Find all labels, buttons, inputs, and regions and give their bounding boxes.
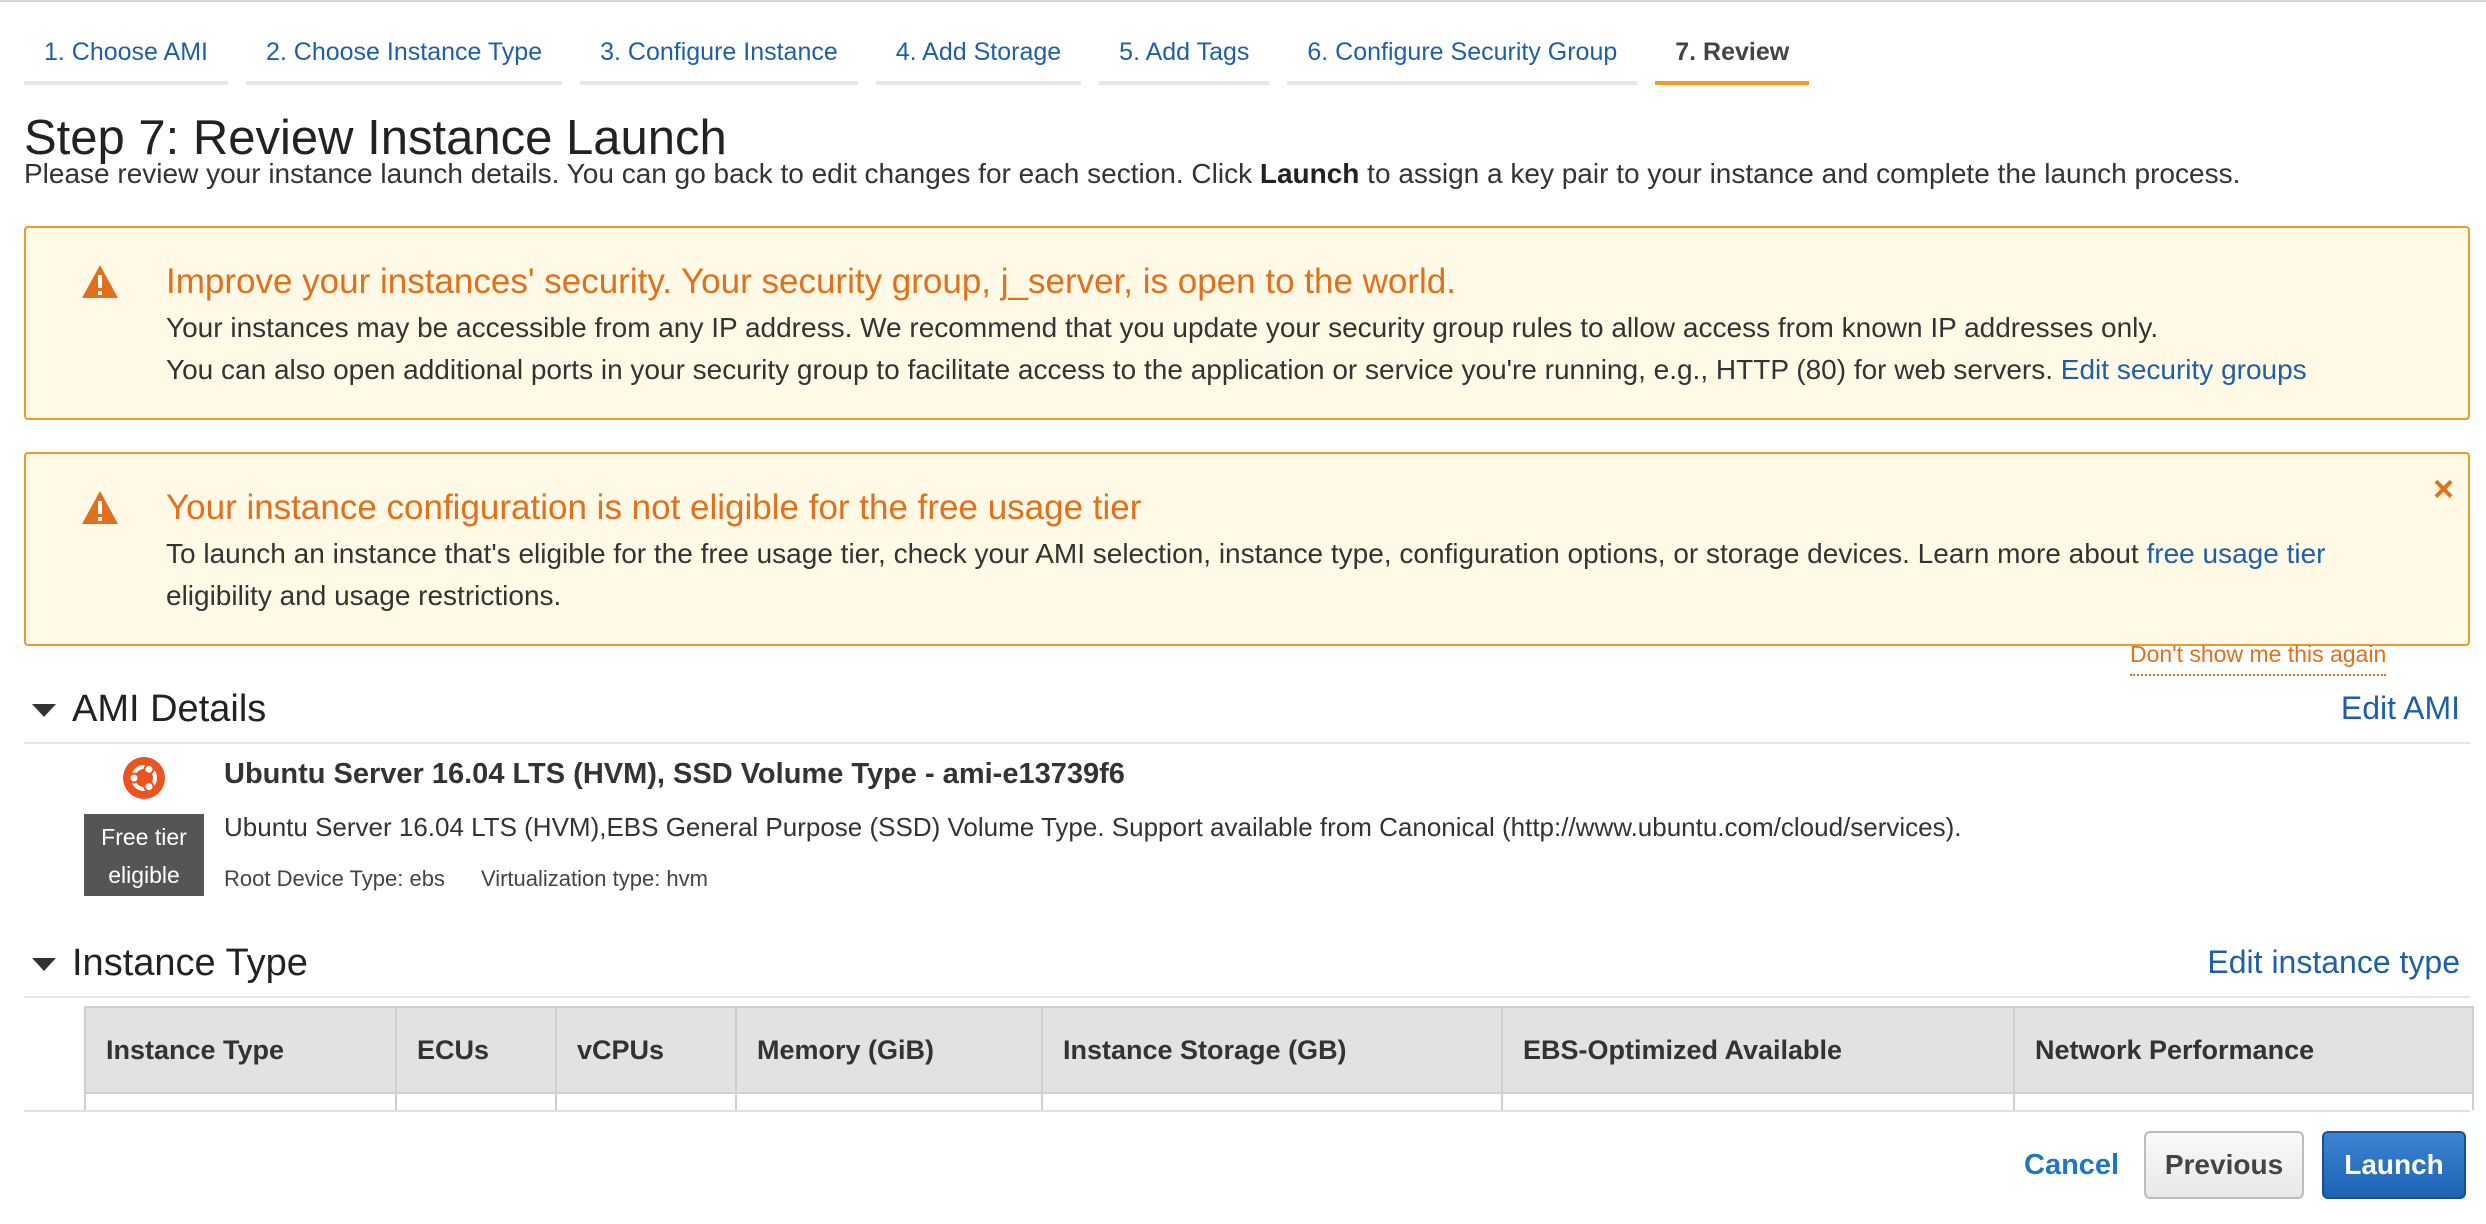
ubuntu-logo-icon [123, 757, 165, 799]
virtualization-type: Virtualization type: hvm [480, 866, 708, 891]
table-cell [86, 1093, 397, 1110]
column-header: vCPUs [556, 1006, 737, 1094]
free-tier-badge-line1: Free tier [101, 824, 187, 850]
step-add-storage[interactable]: 4. Add Storage [875, 28, 1082, 85]
free-usage-tier-link[interactable]: free usage tier [2147, 538, 2326, 569]
ami-description: Ubuntu Server 16.04 LTS (HVM),EBS Genera… [224, 812, 1962, 842]
table-header-row: Instance Type ECUs vCPUs Memory (GiB) In… [86, 1006, 2472, 1094]
previous-button[interactable]: Previous [2144, 1131, 2304, 1199]
root-device-type: Root Device Type: ebs [224, 866, 445, 891]
table-cell [1042, 1093, 1503, 1110]
table-row [86, 1093, 2472, 1110]
column-header: Instance Storage (GB) [1042, 1006, 1503, 1094]
instance-type-title: Instance Type [72, 942, 308, 984]
launch-button[interactable]: Launch [2322, 1131, 2466, 1199]
wizard-steps: 1. Choose AMI 2. Choose Instance Type 3.… [24, 28, 1827, 85]
warning-icon [82, 491, 118, 524]
table-cell [2014, 1093, 2472, 1110]
step-configure-security-group[interactable]: 6. Configure Security Group [1287, 28, 1638, 85]
free-tier-warning-line2: eligibility and usage restrictions. [166, 580, 562, 611]
instance-type-header: Instance Type Edit instance type [24, 934, 2470, 998]
ami-details-title: AMI Details [72, 688, 267, 730]
page-subtitle: Please review your instance launch detai… [24, 158, 2240, 190]
security-warning-line2: You can also open additional ports in yo… [166, 354, 2307, 386]
free-tier-badge-line2: eligible [108, 862, 180, 888]
instance-type-table: Instance Type ECUs vCPUs Memory (GiB) In… [84, 1006, 2474, 1110]
edit-instance-type-link[interactable]: Edit instance type [2207, 944, 2460, 981]
subtitle-launch-emphasis: Launch [1259, 158, 1360, 189]
free-tier-warning-box: Your instance configuration is not eligi… [24, 452, 2470, 646]
ami-meta: Root Device Type: ebs Virtualization type… [224, 866, 708, 892]
table-cell [1502, 1093, 2015, 1110]
ami-details-header: AMI Details Edit AMI [24, 680, 2470, 744]
column-header: Instance Type [86, 1006, 397, 1094]
edit-security-groups-link[interactable]: Edit security groups [2061, 354, 2307, 385]
security-warning-line2-text: You can also open additional ports in yo… [166, 354, 2054, 385]
security-warning-line1: Your instances may be accessible from an… [166, 312, 2159, 343]
table-cell [396, 1093, 557, 1110]
step-choose-ami[interactable]: 1. Choose AMI [24, 28, 228, 85]
security-warning-box: Improve your instances' security. Your s… [24, 226, 2470, 420]
warning-icon [82, 265, 118, 298]
footer-divider [24, 1110, 2470, 1112]
column-header: Memory (GiB) [736, 1006, 1043, 1094]
free-tier-warning-title: Your instance configuration is not eligi… [166, 488, 1142, 527]
free-tier-warning-line1-text: To launch an instance that's eligible fo… [166, 538, 2139, 569]
free-tier-badge: Free tier eligible [84, 814, 204, 896]
column-header: ECUs [396, 1006, 557, 1094]
close-icon[interactable]: × [2433, 468, 2454, 510]
caret-down-icon[interactable] [32, 958, 56, 971]
edit-ami-link[interactable]: Edit AMI [2341, 690, 2460, 727]
table-cell [736, 1093, 1043, 1110]
security-warning-title: Improve your instances' security. Your s… [166, 262, 1456, 301]
top-border [0, 0, 2486, 2]
column-header: EBS-Optimized Available [1502, 1006, 2015, 1094]
step-choose-instance-type[interactable]: 2. Choose Instance Type [245, 28, 563, 85]
dont-show-again-link[interactable]: Don't show me this again [2130, 641, 2387, 676]
step-add-tags[interactable]: 5. Add Tags [1099, 28, 1270, 85]
free-tier-warning-line1: To launch an instance that's eligible fo… [166, 538, 2326, 570]
cancel-button[interactable]: Cancel [2024, 1149, 2119, 1182]
caret-down-icon[interactable] [32, 704, 56, 717]
table-cell [556, 1093, 737, 1110]
step-configure-instance[interactable]: 3. Configure Instance [580, 28, 858, 85]
ami-name: Ubuntu Server 16.04 LTS (HVM), SSD Volum… [224, 758, 1125, 790]
subtitle-text-after: to assign a key pair to your instance an… [1359, 158, 2241, 189]
step-review[interactable]: 7. Review [1655, 28, 1810, 85]
column-header: Network Performance [2014, 1006, 2472, 1094]
subtitle-text-before: Please review your instance launch detai… [24, 158, 1260, 189]
